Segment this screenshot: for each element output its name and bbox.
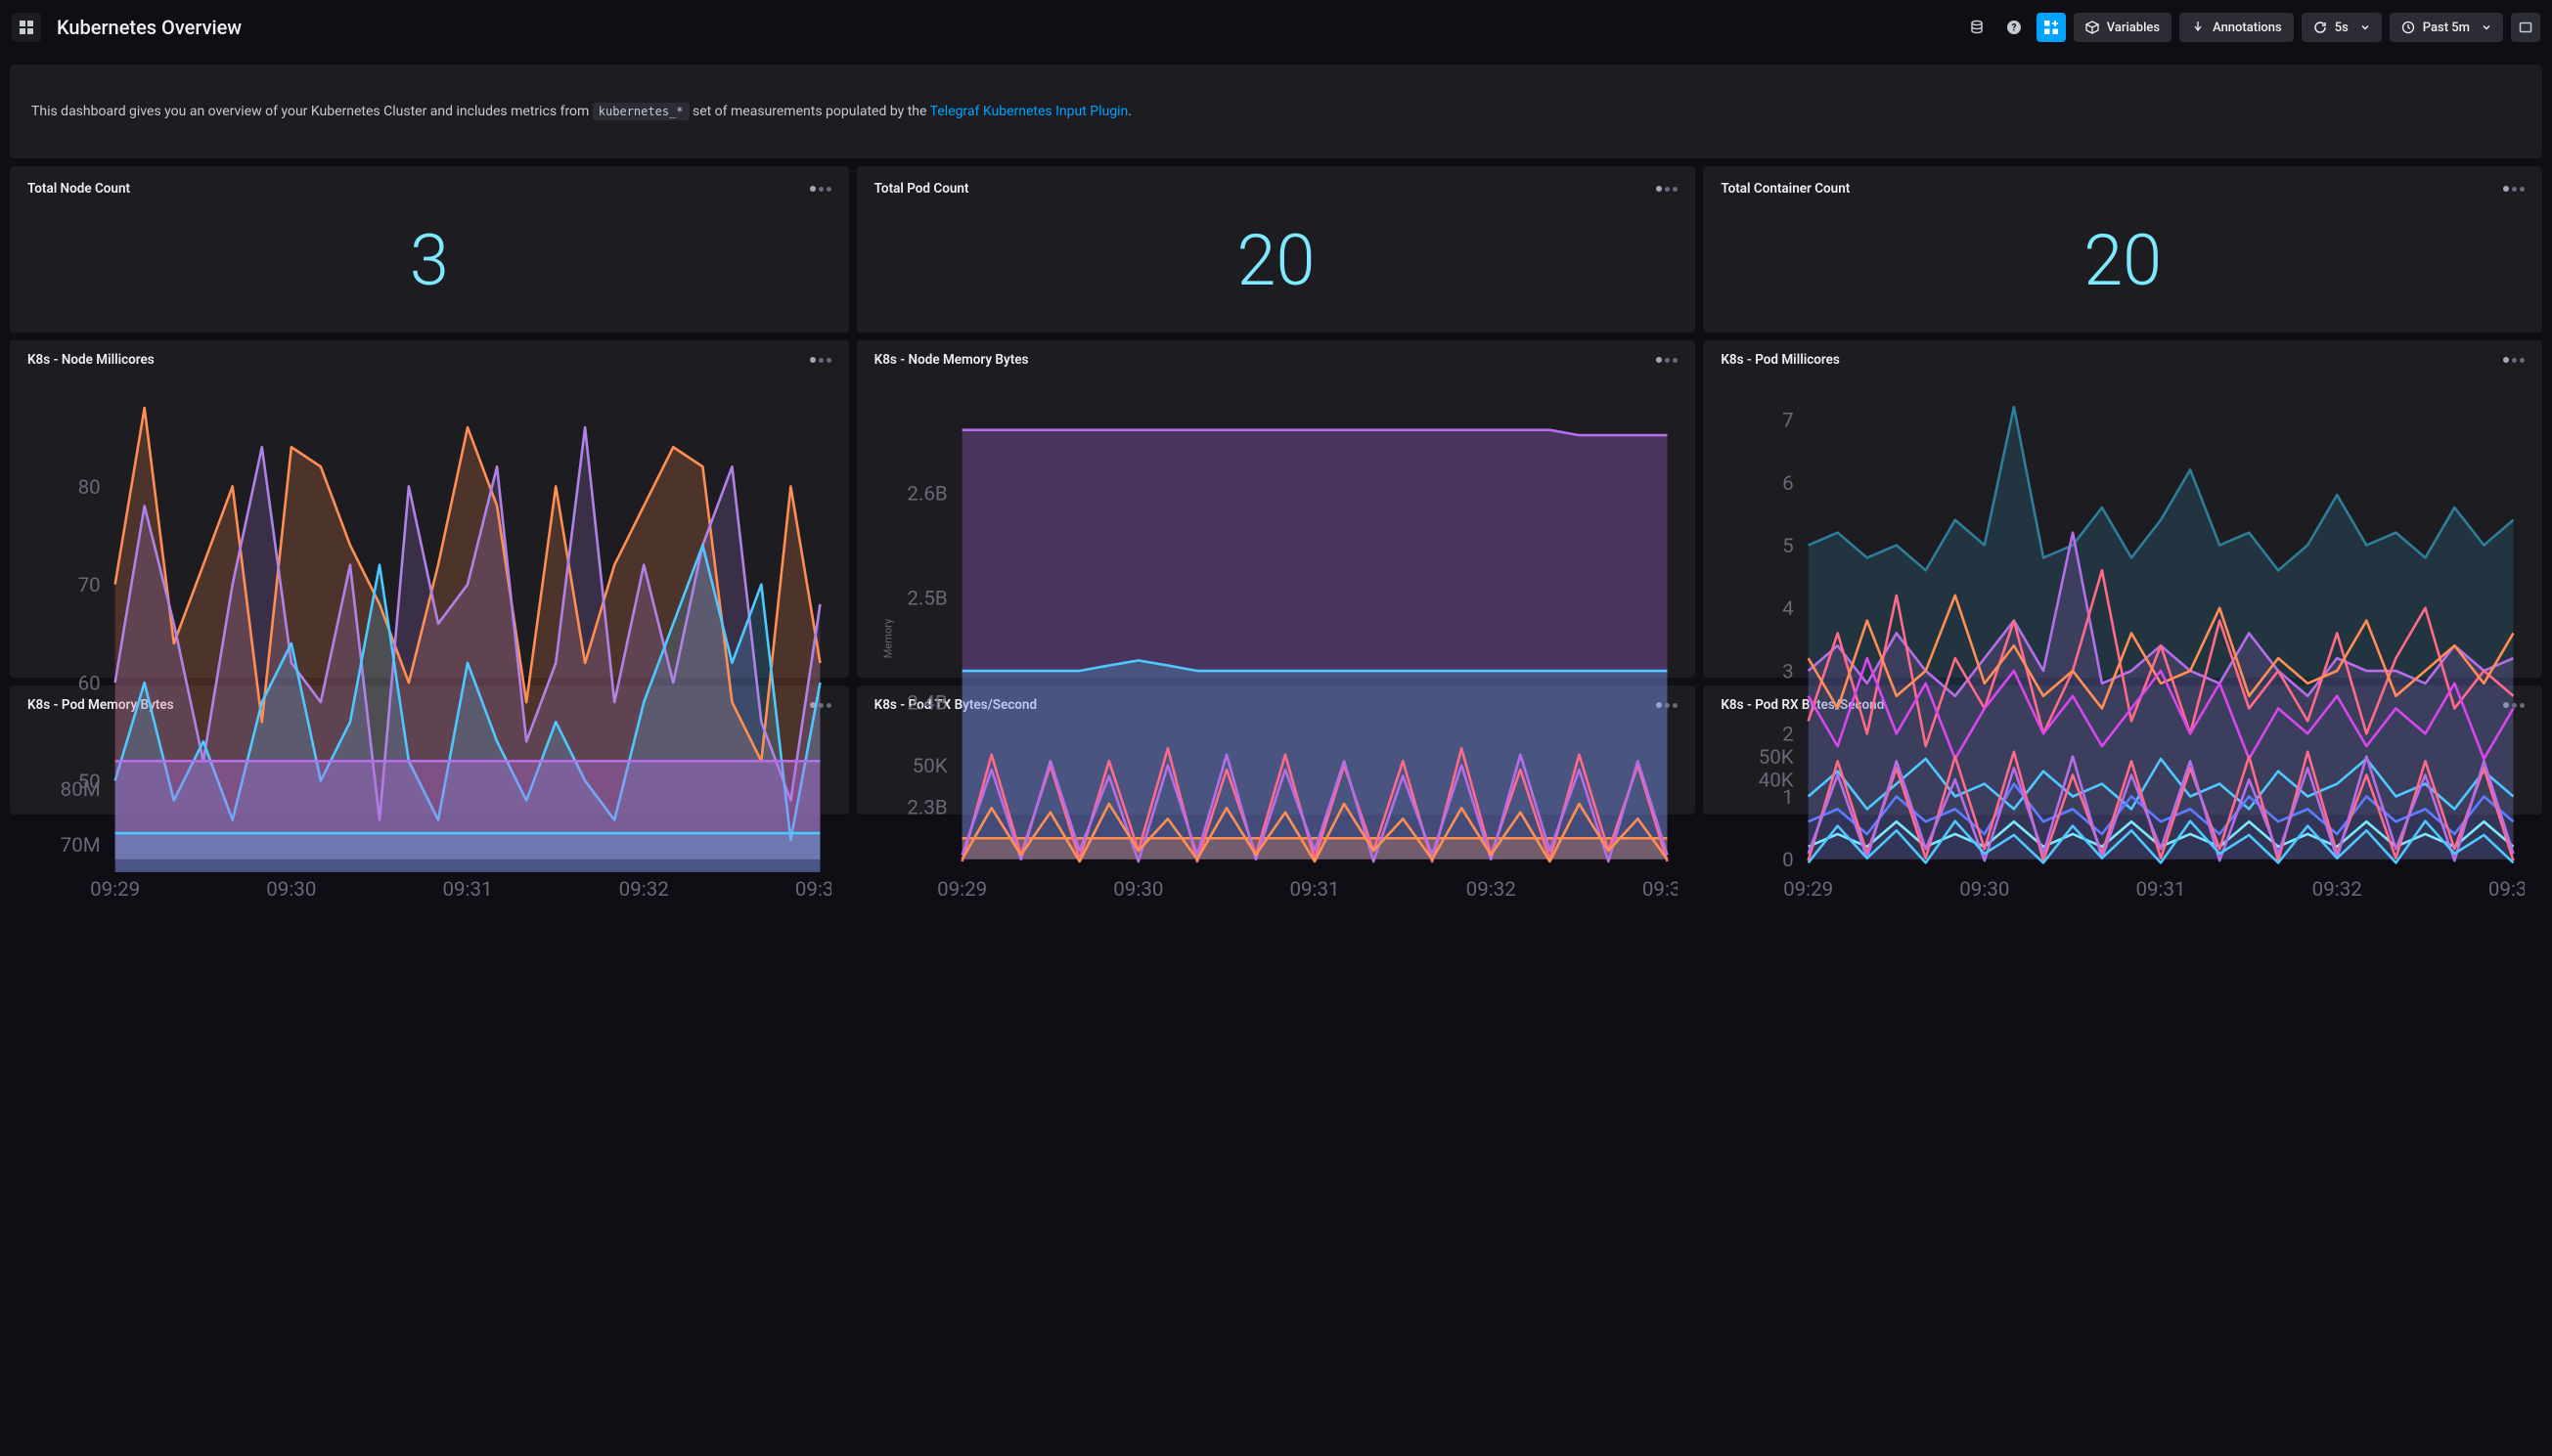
svg-text:70M: 70M — [61, 834, 101, 858]
cell-menu-button[interactable] — [1656, 357, 1678, 363]
svg-text:40K: 40K — [1759, 770, 1794, 793]
annotations-label: Annotations — [2213, 21, 2282, 35]
svg-text:5: 5 — [1782, 535, 1794, 558]
banner-text-post: . — [1128, 104, 1132, 119]
annotations-button[interactable]: Annotations — [2179, 13, 2294, 42]
time-range-value: Past 5m — [2423, 21, 2470, 35]
chart-area[interactable]: 50K — [874, 719, 1679, 883]
chart-cell: K8s - Node Memory Bytes Memory2.3B2.4B2.… — [857, 340, 1696, 678]
dashboard-content: This dashboard gives you an overview of … — [0, 55, 2552, 824]
svg-text:60: 60 — [78, 673, 101, 696]
svg-text:70: 70 — [78, 574, 101, 597]
info-banner: This dashboard gives you an overview of … — [10, 65, 2542, 158]
refresh-dropdown[interactable]: 5s — [2302, 13, 2382, 42]
svg-text:2.4B: 2.4B — [907, 692, 947, 716]
cell-menu-button[interactable] — [810, 357, 831, 363]
cell-title: K8s - Node Millicores — [27, 352, 155, 368]
chevron-down-icon — [2482, 22, 2491, 32]
svg-text:50K: 50K — [1759, 746, 1794, 770]
cell-title: Total Node Count — [27, 181, 130, 197]
svg-text:2.5B: 2.5B — [907, 588, 947, 611]
refresh-value: 5s — [2335, 21, 2349, 35]
cell-title: Total Pod Count — [874, 181, 969, 197]
help-icon[interactable]: ? — [1999, 13, 2029, 42]
svg-text:6: 6 — [1782, 472, 1794, 496]
svg-text:4: 4 — [1782, 597, 1794, 621]
svg-text:3: 3 — [1782, 660, 1794, 684]
time-range-dropdown[interactable]: Past 5m — [2390, 13, 2503, 42]
svg-text:50K: 50K — [912, 755, 947, 778]
cell-menu-button[interactable] — [2503, 357, 2525, 363]
banner-text-pre: This dashboard gives you an overview of … — [31, 104, 589, 119]
stat-value: 20 — [1721, 199, 2525, 321]
add-cell-button[interactable] — [2037, 13, 2066, 42]
svg-text:2.6B: 2.6B — [907, 482, 947, 506]
cell-menu-button[interactable] — [810, 186, 831, 192]
stat-value: 20 — [874, 199, 1679, 321]
banner-code: kubernetes_* — [593, 103, 690, 120]
variables-label: Variables — [2107, 21, 2160, 35]
nav-menu-button[interactable] — [12, 13, 41, 42]
cell-menu-button[interactable] — [2503, 186, 2525, 192]
cell-title: Total Container Count — [1721, 181, 1850, 197]
cell-title: K8s - Node Memory Bytes — [874, 352, 1029, 368]
stat-cell: Total Node Count 3 — [10, 166, 849, 332]
banner-link[interactable]: Telegraf Kubernetes Input Plugin — [930, 104, 1129, 119]
topbar: Kubernetes Overview ? Variables Annotati… — [0, 0, 2552, 55]
chart-cell: K8s - Node Millicores 5060708009:2909:30… — [10, 340, 849, 678]
svg-text:80: 80 — [78, 476, 101, 500]
cell-menu-button[interactable] — [1656, 186, 1678, 192]
chart-area[interactable]: 70M 80M — [27, 719, 831, 883]
page-title: Kubernetes Overview — [57, 16, 242, 39]
banner-text-mid: set of measurements populated by the — [693, 104, 926, 119]
svg-text:?: ? — [2011, 23, 2016, 34]
stat-cell: Total Pod Count 20 — [857, 166, 1696, 332]
variables-button[interactable]: Variables — [2074, 13, 2171, 42]
data-explorer-icon[interactable] — [1962, 13, 1992, 42]
svg-text:7: 7 — [1782, 410, 1794, 433]
stat-value: 3 — [27, 199, 831, 321]
svg-text:80M: 80M — [61, 778, 101, 802]
chart-ylabel: Memory — [881, 619, 894, 658]
fullscreen-button[interactable] — [2511, 13, 2540, 42]
chart-area[interactable]: 40K50K — [1721, 719, 2525, 883]
chevron-down-icon — [2360, 22, 2370, 32]
stat-cell: Total Container Count 20 — [1703, 166, 2542, 332]
chart-cell: K8s - Pod Millicores 0123456709:2909:300… — [1703, 340, 2542, 678]
cell-title: K8s - Pod Millicores — [1721, 352, 1840, 368]
